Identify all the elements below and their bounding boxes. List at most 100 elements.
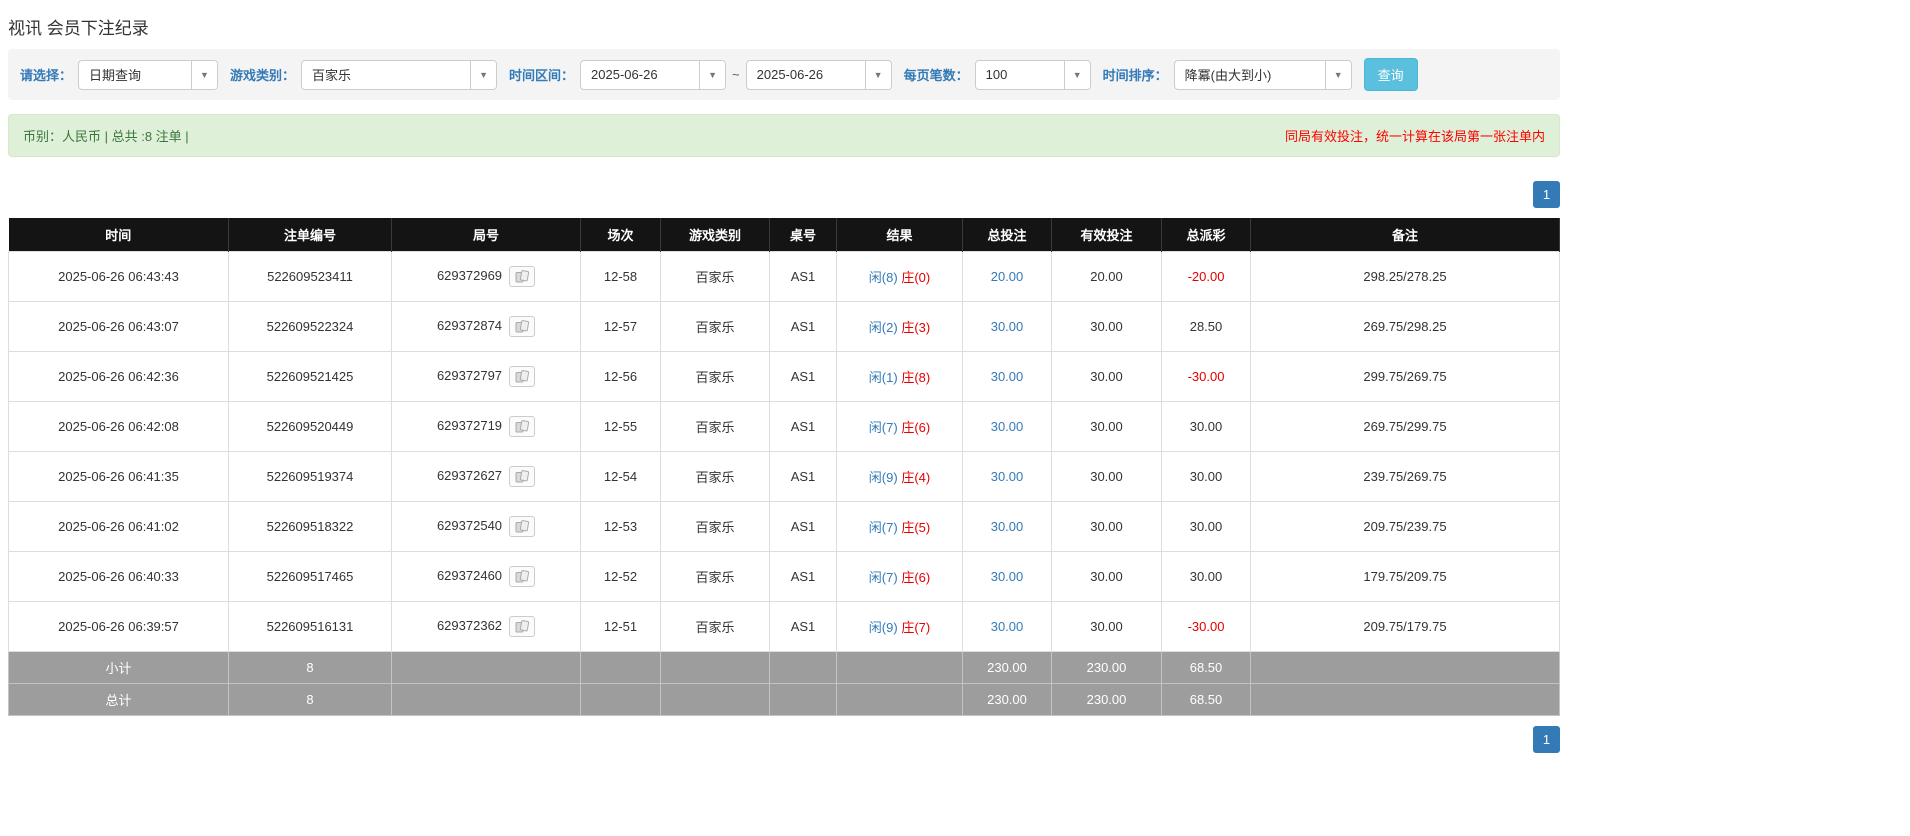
page: 视讯 会员下注纪录 请选择： 日期查询 ▼ 游戏类别： 百家乐 ▼ 时间区间： … (8, 14, 1560, 757)
cards-icon (515, 270, 529, 283)
date-to-select[interactable]: 2025-06-26 ▼ (745, 59, 892, 90)
cell-note: 269.75/299.75 (1250, 401, 1560, 452)
cell-result: 闲(7) 庄(5) (836, 501, 963, 552)
cell-time: 2025-06-26 06:43:43 (8, 251, 229, 302)
cell-payout: -30.00 (1161, 351, 1251, 402)
game-type-select[interactable]: 百家乐 ▼ (301, 59, 498, 90)
pagination-top: 1 (8, 181, 1560, 208)
total-bet-link[interactable]: 30.00 (991, 319, 1024, 334)
cell-game: 百家乐 (660, 301, 770, 352)
total-payout: 68.50 (1161, 683, 1251, 716)
search-button[interactable]: 查询 (1363, 58, 1418, 91)
chevron-down-icon[interactable]: ▼ (699, 60, 726, 89)
view-cards-button[interactable] (509, 616, 536, 637)
cell-session: 12-53 (580, 501, 661, 552)
cell-result: 闲(7) 庄(6) (836, 401, 963, 452)
cell-bet-id: 522609521425 (228, 351, 392, 402)
table-row: 2025-06-26 06:43:43 522609523411 629372969… (8, 251, 1560, 302)
view-cards-button[interactable] (509, 566, 536, 587)
cell-round: 629372969 (391, 251, 581, 302)
table-row: 2025-06-26 06:42:08 522609520449 629372719… (8, 401, 1560, 452)
total-bet-link[interactable]: 20.00 (991, 269, 1024, 284)
view-cards-button[interactable] (509, 516, 536, 537)
pagination-bottom: 1 (8, 726, 1560, 757)
cell-payout: 30.00 (1161, 401, 1251, 452)
cell-game: 百家乐 (660, 251, 770, 302)
cell-total-bet: 30.00 (962, 551, 1052, 602)
cell-table: AS1 (769, 401, 837, 452)
cell-bet-id: 522609517465 (228, 551, 392, 602)
column-header: 注单编号 (228, 218, 392, 252)
subtotal-total-bet: 230.00 (962, 651, 1052, 684)
cards-icon (515, 420, 529, 433)
total-bet-link[interactable]: 30.00 (991, 519, 1024, 534)
page-1-button[interactable]: 1 (1533, 181, 1560, 208)
column-header: 局号 (391, 218, 581, 252)
cell-valid-bet: 20.00 (1051, 251, 1162, 302)
view-cards-button[interactable] (509, 316, 536, 337)
player-result: 闲(8) (868, 270, 898, 285)
cell-total-bet: 30.00 (962, 451, 1052, 502)
payout-value: -30.00 (1187, 369, 1225, 384)
cell-result: 闲(7) 庄(6) (836, 551, 963, 602)
total-bet-link[interactable]: 30.00 (991, 619, 1024, 634)
cell-payout: 30.00 (1161, 501, 1251, 552)
sort-select[interactable]: 降冪(由大到小) ▼ (1173, 59, 1352, 90)
view-cards-button[interactable] (509, 266, 536, 287)
cell-round: 629372362 (391, 601, 581, 652)
total-label: 总计 (8, 683, 229, 716)
cell-time: 2025-06-26 06:41:02 (8, 501, 229, 552)
cell-session: 12-54 (580, 451, 661, 502)
cell-time: 2025-06-26 06:42:36 (8, 351, 229, 402)
chevron-down-icon[interactable]: ▼ (1324, 60, 1351, 89)
chevron-down-icon[interactable]: ▼ (1063, 60, 1090, 89)
view-cards-button[interactable] (509, 366, 536, 387)
cell-total-bet: 30.00 (962, 351, 1052, 402)
total-bet-link[interactable]: 30.00 (991, 569, 1024, 584)
view-cards-button[interactable] (509, 466, 536, 487)
chevron-down-icon[interactable]: ▼ (470, 60, 497, 89)
subtotal-payout: 68.50 (1161, 651, 1251, 684)
date-from-select[interactable]: 2025-06-26 ▼ (580, 59, 727, 90)
view-cards-button[interactable] (509, 416, 536, 437)
chevron-down-icon[interactable]: ▼ (864, 60, 891, 89)
cell-total-bet: 30.00 (962, 601, 1052, 652)
total-bet-link[interactable]: 30.00 (991, 369, 1024, 384)
game-type-value: 百家乐 (312, 68, 352, 83)
cell-session: 12-52 (580, 551, 661, 602)
cell-time: 2025-06-26 06:42:08 (8, 401, 229, 452)
total-bet-link[interactable]: 30.00 (991, 419, 1024, 434)
banker-result: 庄(0) (901, 270, 931, 285)
query-type-select[interactable]: 日期查询 ▼ (78, 59, 219, 90)
cell-table: AS1 (769, 251, 837, 302)
cell-valid-bet: 30.00 (1051, 401, 1162, 452)
cell-session: 12-51 (580, 601, 661, 652)
total-bet-link[interactable]: 30.00 (991, 469, 1024, 484)
cell-game: 百家乐 (660, 401, 770, 452)
cell-bet-id: 522609523411 (228, 251, 392, 302)
cell-time: 2025-06-26 06:43:07 (8, 301, 229, 352)
total-row: 总计 8 230.00 230.00 68.50 (8, 683, 1560, 716)
summary-bar: 币别：人民币 | 总共 :8 注单 | 同局有效投注，统一计算在该局第一张注单内 (8, 114, 1560, 157)
table-row: 2025-06-26 06:41:35 522609519374 629372627… (8, 451, 1560, 502)
page-1-button[interactable]: 1 (1533, 726, 1560, 753)
cell-valid-bet: 30.00 (1051, 301, 1162, 352)
cards-icon (515, 370, 529, 383)
cell-valid-bet: 30.00 (1051, 451, 1162, 502)
payout-value: 30.00 (1189, 569, 1223, 584)
cell-session: 12-58 (580, 251, 661, 302)
bet-records-table: 时间 注单编号 局号 场次 游戏类别 桌号 结果 总投注 有效投注 总派彩 备注 2025-06-2… (8, 218, 1560, 716)
cards-icon (515, 470, 529, 483)
cell-bet-id: 522609516131 (228, 601, 392, 652)
cell-game: 百家乐 (660, 351, 770, 402)
column-header: 时间 (8, 218, 229, 252)
banker-result: 庄(3) (901, 320, 931, 335)
page-size-select[interactable]: 100 ▼ (974, 59, 1091, 90)
player-result: 闲(9) (868, 620, 898, 635)
chevron-down-icon[interactable]: ▼ (191, 60, 218, 89)
cell-valid-bet: 30.00 (1051, 551, 1162, 602)
cell-result: 闲(2) 庄(3) (836, 301, 963, 352)
table-row: 2025-06-26 06:41:02 522609518322 629372540… (8, 501, 1560, 552)
cell-payout: -20.00 (1161, 251, 1251, 302)
column-header: 备注 (1250, 218, 1560, 252)
